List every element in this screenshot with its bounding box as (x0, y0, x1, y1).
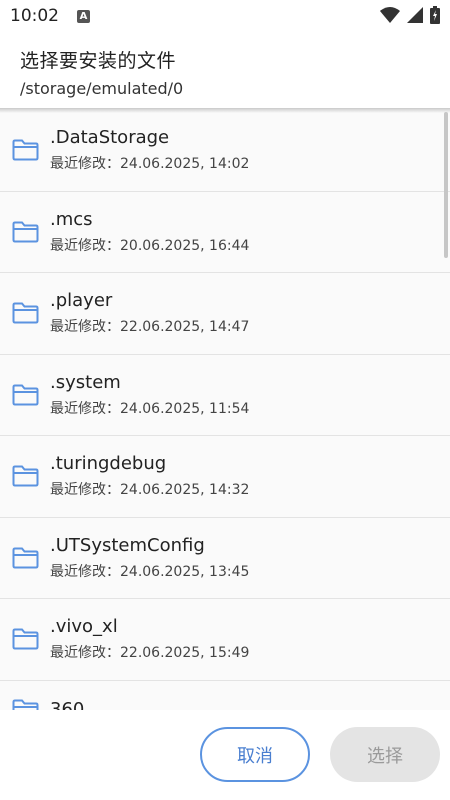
folder-name: .vivo_xl (50, 616, 118, 638)
folder-name: .UTSystemConfig (50, 534, 205, 556)
dialog-footer: 取消 选择 (0, 710, 450, 800)
file-list[interactable]: .DataStorage 最近修改：24.06.2025, 14:02 .mcs… (0, 110, 450, 710)
list-item-folder[interactable]: .DataStorage 最近修改：24.06.2025, 14:02 (0, 110, 450, 192)
folder-name: .DataStorage (50, 127, 170, 149)
notification-icon: A (77, 9, 90, 23)
folder-icon (12, 465, 39, 487)
list-item-folder[interactable]: .mcs 最近修改：20.06.2025, 16:44 (0, 191, 450, 273)
folder-icon (12, 302, 39, 324)
folder-modified: 最近修改：24.06.2025, 14:02 (50, 156, 250, 173)
list-item-folder[interactable]: .system 最近修改：24.06.2025, 11:54 (0, 354, 450, 436)
select-button[interactable]: 选择 (330, 727, 440, 782)
dialog-title: 选择要安装的文件 (20, 50, 177, 72)
signal-icon (407, 7, 423, 23)
list-item-folder[interactable]: .vivo_xl 最近修改：22.06.2025, 15:49 (0, 599, 450, 681)
status-time: 10:02 (10, 6, 59, 26)
list-scrollbar[interactable] (444, 112, 448, 258)
current-path: /storage/emulated/0 (20, 79, 184, 98)
list-item-folder[interactable]: .turingdebug 最近修改：24.06.2025, 14:32 (0, 436, 450, 518)
status-bar: 10:02 A (0, 0, 450, 32)
folder-modified: 最近修改：20.06.2025, 16:44 (50, 237, 250, 254)
folder-modified: 最近修改：22.06.2025, 15:49 (50, 645, 250, 662)
battery-icon (430, 6, 440, 24)
folder-icon (12, 699, 39, 710)
header-divider (0, 108, 450, 113)
folder-name: .system (50, 371, 121, 393)
list-item-folder[interactable]: .player 最近修改：22.06.2025, 14:47 (0, 273, 450, 355)
folder-modified: 最近修改：22.06.2025, 14:47 (50, 319, 250, 336)
folder-name: .turingdebug (50, 453, 167, 475)
dialog-header: 选择要安装的文件 /storage/emulated/0 (0, 32, 450, 110)
folder-icon (12, 547, 39, 569)
list-item-folder[interactable]: .UTSystemConfig 最近修改：24.06.2025, 13:45 (0, 517, 450, 599)
folder-icon (12, 221, 39, 243)
folder-modified: 最近修改：24.06.2025, 14:32 (50, 482, 250, 499)
folder-icon (12, 139, 39, 161)
folder-modified: 最近修改：24.06.2025, 13:45 (50, 563, 250, 580)
folder-modified: 最近修改：24.06.2025, 11:54 (50, 400, 250, 417)
list-item-folder[interactable]: 360 (0, 680, 450, 711)
wifi-icon (380, 7, 400, 23)
status-icons (380, 6, 440, 24)
cancel-button[interactable]: 取消 (200, 727, 310, 782)
folder-name: 360 (50, 698, 85, 711)
folder-icon (12, 384, 39, 406)
folder-name: .player (50, 290, 113, 312)
folder-name: .mcs (50, 208, 93, 230)
folder-icon (12, 628, 39, 650)
